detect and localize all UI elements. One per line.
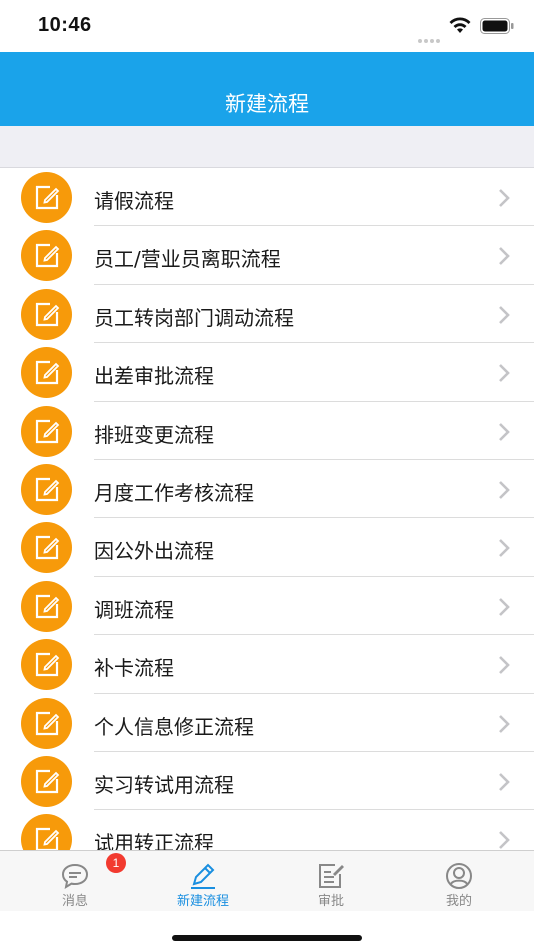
flow-item[interactable]: 月度工作考核流程 <box>0 460 534 519</box>
home-area <box>0 911 534 950</box>
flow-item[interactable]: 调班流程 <box>0 577 534 636</box>
flow-item-label: 实习转试用流程 <box>94 772 234 797</box>
edit-icon <box>21 522 72 574</box>
tab-bar: 1 消息 新建流程 审批 我的 <box>0 850 534 911</box>
flow-item[interactable]: 请假流程 <box>0 168 534 227</box>
battery-icon <box>480 18 514 34</box>
edit-icon <box>21 697 72 749</box>
flow-item[interactable]: 员工/营业员离职流程 <box>0 226 534 285</box>
edit-icon <box>21 288 72 340</box>
flow-item[interactable]: 个人信息修正流程 <box>0 694 534 752</box>
tab-label: 我的 <box>445 894 472 909</box>
flow-item-label: 试用转正流程 <box>94 831 214 850</box>
chevron-right-icon <box>499 831 510 850</box>
flow-item-label: 出差审批流程 <box>94 364 214 389</box>
flow-item[interactable]: 因公外出流程 <box>0 518 534 577</box>
flow-item[interactable]: 实习转试用流程 <box>0 752 534 811</box>
flow-item-label: 请假流程 <box>94 189 174 213</box>
flow-item[interactable]: 出差审批流程 <box>0 343 534 402</box>
flow-item[interactable]: 试用转正流程 <box>0 810 534 850</box>
edit-icon <box>21 814 72 850</box>
edit-icon <box>21 172 72 223</box>
home-indicator[interactable] <box>172 935 362 941</box>
flow-item-label: 个人信息修正流程 <box>94 714 254 739</box>
pen-icon <box>191 863 215 889</box>
message-icon <box>61 863 89 890</box>
chevron-right-icon <box>499 247 510 266</box>
edit-icon <box>21 463 72 515</box>
edit-icon <box>21 755 72 807</box>
tab-label: 消息 <box>61 894 88 909</box>
section-spacer <box>0 126 534 168</box>
flow-list: 请假流程 员工/营业员离职流程 员工转岗部门调动流程 出差审批流程 排班变更流程 <box>0 168 534 850</box>
flow-item[interactable]: 补卡流程 <box>0 635 534 694</box>
chevron-right-icon <box>499 189 510 207</box>
flow-item[interactable]: 员工转岗部门调动流程 <box>0 285 534 344</box>
unread-badge: 1 <box>106 853 126 873</box>
chevron-right-icon <box>499 481 510 499</box>
page-title: 新建流程 <box>225 92 309 116</box>
status-bar: 10:46 <box>0 0 534 52</box>
chevron-right-icon <box>499 364 510 383</box>
edit-icon <box>21 230 72 282</box>
tab-label: 审批 <box>317 894 344 909</box>
tab-new-flow[interactable]: 新建流程 <box>153 851 253 912</box>
status-time: 10:46 <box>38 14 92 36</box>
edit-icon <box>21 347 72 399</box>
chevron-right-icon <box>499 772 510 791</box>
flow-item-label: 补卡流程 <box>94 656 174 681</box>
tab-messages[interactable]: 1 消息 <box>25 851 126 912</box>
signal-icon <box>418 28 442 47</box>
wifi-icon <box>449 17 471 33</box>
chevron-right-icon <box>499 305 510 324</box>
flow-item-label: 因公外出流程 <box>94 539 214 564</box>
edit-icon <box>21 580 72 632</box>
chevron-right-icon <box>499 656 510 675</box>
edit-icon <box>21 405 72 457</box>
flow-item-label: 排班变更流程 <box>94 422 214 447</box>
approve-icon <box>319 864 344 888</box>
chevron-right-icon <box>499 422 510 441</box>
chevron-right-icon <box>499 714 510 733</box>
edit-icon <box>21 639 72 691</box>
chevron-right-icon <box>499 539 510 558</box>
tab-label: 新建流程 <box>176 894 229 909</box>
flow-item-label: 员工转岗部门调动流程 <box>94 305 294 330</box>
flow-item-label: 调班流程 <box>94 597 174 622</box>
flow-item[interactable]: 排班变更流程 <box>0 402 534 460</box>
tab-approve[interactable]: 审批 <box>281 851 381 912</box>
flow-item-label: 月度工作考核流程 <box>94 480 254 505</box>
nav-bar: 新建流程 <box>0 52 534 126</box>
chevron-right-icon <box>499 597 510 616</box>
profile-icon <box>446 863 472 889</box>
flow-item-label: 员工/营业员离职流程 <box>94 247 281 272</box>
tab-profile[interactable]: 我的 <box>409 851 509 912</box>
